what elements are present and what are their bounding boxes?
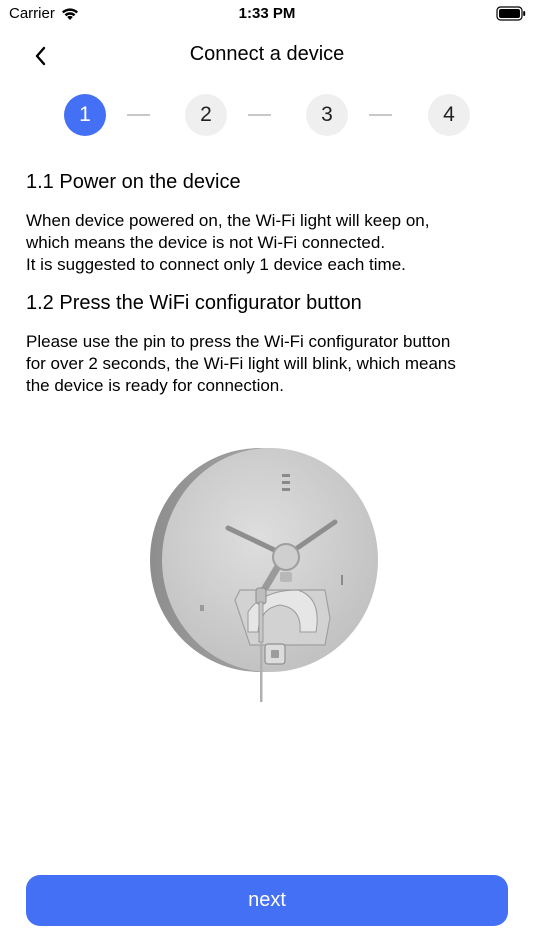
step-1: 1 <box>64 94 106 136</box>
next-button[interactable]: next <box>26 875 508 926</box>
page-title: Connect a device <box>189 43 345 65</box>
device-illustration <box>150 448 378 702</box>
status-bar: Carrier 1:33 PM <box>0 0 534 28</box>
step-connector <box>369 114 392 116</box>
step-3: 3 <box>306 94 348 136</box>
section-2-body: Please use the pin to press the Wi-Fi co… <box>26 332 456 395</box>
section-2-title: 1.2 Press the WiFi configurator button <box>26 292 362 314</box>
nav-bar: Connect a device <box>0 30 534 80</box>
step-4: 4 <box>428 94 470 136</box>
step-2: 2 <box>185 94 227 136</box>
section-1-title: 1.1 Power on the device <box>26 171 241 193</box>
status-time: 1:33 PM <box>238 5 296 22</box>
step-connector <box>127 114 150 116</box>
section-1-body: When device powered on, the Wi-Fi light … <box>26 211 430 274</box>
step-connector <box>248 114 271 116</box>
step-indicator: 1 2 3 4 <box>64 94 470 136</box>
battery-icon <box>496 6 526 21</box>
